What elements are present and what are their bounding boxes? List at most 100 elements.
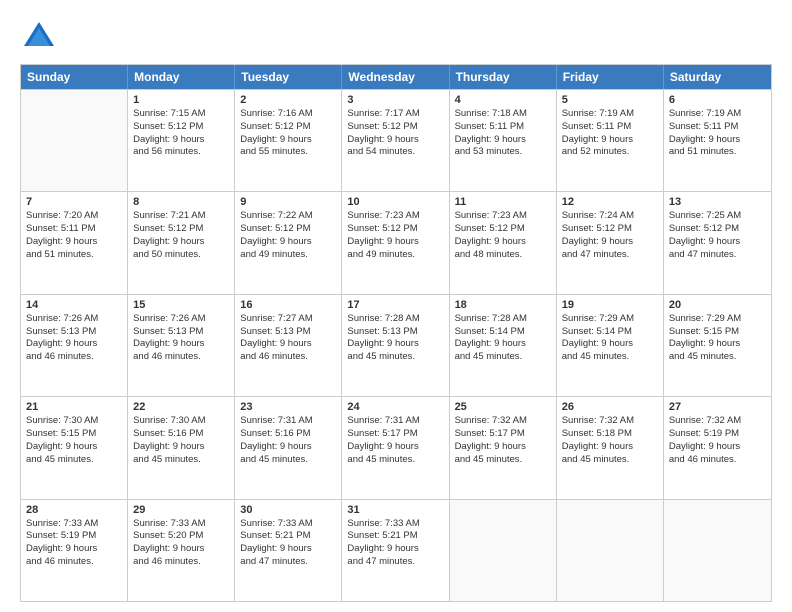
calendar-row-3: 14Sunrise: 7:26 AMSunset: 5:13 PMDayligh…: [21, 294, 771, 396]
day-cell-24: 24Sunrise: 7:31 AMSunset: 5:17 PMDayligh…: [342, 397, 449, 498]
day-info-line: Sunrise: 7:29 AM: [669, 313, 766, 326]
day-info-line: Sunset: 5:15 PM: [26, 428, 122, 441]
day-info-line: Daylight: 9 hours: [26, 543, 122, 556]
day-info-line: Daylight: 9 hours: [562, 441, 658, 454]
day-info-line: Daylight: 9 hours: [26, 236, 122, 249]
day-info-line: Sunset: 5:12 PM: [133, 223, 229, 236]
day-number: 25: [455, 401, 551, 413]
day-info-line: and 52 minutes.: [562, 146, 658, 159]
day-cell-18: 18Sunrise: 7:28 AMSunset: 5:14 PMDayligh…: [450, 295, 557, 396]
day-info-line: Sunset: 5:12 PM: [455, 223, 551, 236]
day-info-line: Daylight: 9 hours: [347, 236, 443, 249]
day-number: 13: [669, 196, 766, 208]
day-number: 11: [455, 196, 551, 208]
day-info-line: Sunrise: 7:26 AM: [26, 313, 122, 326]
day-cell-9: 9Sunrise: 7:22 AMSunset: 5:12 PMDaylight…: [235, 192, 342, 293]
day-info-line: Sunrise: 7:31 AM: [240, 415, 336, 428]
day-info-line: and 49 minutes.: [240, 249, 336, 262]
day-info-line: Daylight: 9 hours: [347, 543, 443, 556]
weekday-header-wednesday: Wednesday: [342, 65, 449, 89]
day-info-line: and 49 minutes.: [347, 249, 443, 262]
day-info-line: Daylight: 9 hours: [669, 134, 766, 147]
calendar: SundayMondayTuesdayWednesdayThursdayFrid…: [20, 64, 772, 602]
day-info-line: Daylight: 9 hours: [240, 236, 336, 249]
day-cell-15: 15Sunrise: 7:26 AMSunset: 5:13 PMDayligh…: [128, 295, 235, 396]
day-info-line: Sunset: 5:11 PM: [26, 223, 122, 236]
day-info-line: Daylight: 9 hours: [133, 134, 229, 147]
empty-cell: [450, 500, 557, 601]
calendar-row-1: 1Sunrise: 7:15 AMSunset: 5:12 PMDaylight…: [21, 89, 771, 191]
calendar-header: SundayMondayTuesdayWednesdayThursdayFrid…: [21, 65, 771, 89]
weekday-header-saturday: Saturday: [664, 65, 771, 89]
day-number: 21: [26, 401, 122, 413]
day-info-line: Daylight: 9 hours: [669, 441, 766, 454]
day-info-line: Sunrise: 7:33 AM: [26, 518, 122, 531]
day-info-line: Sunset: 5:19 PM: [26, 530, 122, 543]
day-info-line: Daylight: 9 hours: [455, 236, 551, 249]
day-cell-12: 12Sunrise: 7:24 AMSunset: 5:12 PMDayligh…: [557, 192, 664, 293]
day-info-line: and 54 minutes.: [347, 146, 443, 159]
day-info-line: and 55 minutes.: [240, 146, 336, 159]
day-cell-29: 29Sunrise: 7:33 AMSunset: 5:20 PMDayligh…: [128, 500, 235, 601]
day-cell-16: 16Sunrise: 7:27 AMSunset: 5:13 PMDayligh…: [235, 295, 342, 396]
day-info-line: Sunset: 5:12 PM: [562, 223, 658, 236]
day-info-line: Sunrise: 7:16 AM: [240, 108, 336, 121]
day-info-line: Sunset: 5:19 PM: [669, 428, 766, 441]
day-info-line: and 47 minutes.: [240, 556, 336, 569]
weekday-header-tuesday: Tuesday: [235, 65, 342, 89]
day-info-line: Sunrise: 7:24 AM: [562, 210, 658, 223]
day-info-line: Sunset: 5:17 PM: [347, 428, 443, 441]
day-number: 7: [26, 196, 122, 208]
day-info-line: Sunset: 5:16 PM: [133, 428, 229, 441]
day-info-line: Sunrise: 7:23 AM: [455, 210, 551, 223]
day-number: 15: [133, 299, 229, 311]
day-info-line: Sunrise: 7:19 AM: [562, 108, 658, 121]
empty-cell: [21, 90, 128, 191]
day-number: 26: [562, 401, 658, 413]
day-number: 3: [347, 94, 443, 106]
day-info-line: Daylight: 9 hours: [133, 236, 229, 249]
day-info-line: Sunrise: 7:21 AM: [133, 210, 229, 223]
calendar-row-5: 28Sunrise: 7:33 AMSunset: 5:19 PMDayligh…: [21, 499, 771, 601]
day-info-line: Daylight: 9 hours: [240, 338, 336, 351]
day-info-line: Sunrise: 7:32 AM: [455, 415, 551, 428]
day-info-line: and 45 minutes.: [26, 454, 122, 467]
day-info-line: Daylight: 9 hours: [26, 338, 122, 351]
day-info-line: Sunset: 5:20 PM: [133, 530, 229, 543]
day-info-line: Sunset: 5:14 PM: [455, 326, 551, 339]
day-info-line: Sunrise: 7:18 AM: [455, 108, 551, 121]
day-info-line: Sunset: 5:13 PM: [240, 326, 336, 339]
day-info-line: Sunset: 5:21 PM: [347, 530, 443, 543]
day-number: 17: [347, 299, 443, 311]
day-info-line: and 50 minutes.: [133, 249, 229, 262]
day-info-line: Daylight: 9 hours: [669, 338, 766, 351]
day-cell-1: 1Sunrise: 7:15 AMSunset: 5:12 PMDaylight…: [128, 90, 235, 191]
day-info-line: Daylight: 9 hours: [133, 338, 229, 351]
day-info-line: and 53 minutes.: [455, 146, 551, 159]
day-cell-7: 7Sunrise: 7:20 AMSunset: 5:11 PMDaylight…: [21, 192, 128, 293]
day-info-line: Sunrise: 7:17 AM: [347, 108, 443, 121]
day-info-line: Daylight: 9 hours: [562, 236, 658, 249]
day-info-line: Sunset: 5:12 PM: [669, 223, 766, 236]
day-info-line: Sunset: 5:13 PM: [347, 326, 443, 339]
day-number: 23: [240, 401, 336, 413]
day-number: 9: [240, 196, 336, 208]
day-info-line: Daylight: 9 hours: [455, 441, 551, 454]
weekday-header-friday: Friday: [557, 65, 664, 89]
day-cell-8: 8Sunrise: 7:21 AMSunset: 5:12 PMDaylight…: [128, 192, 235, 293]
page: SundayMondayTuesdayWednesdayThursdayFrid…: [0, 0, 792, 612]
day-info-line: Sunrise: 7:19 AM: [669, 108, 766, 121]
day-info-line: Daylight: 9 hours: [240, 441, 336, 454]
day-info-line: and 46 minutes.: [133, 351, 229, 364]
day-info-line: Daylight: 9 hours: [347, 338, 443, 351]
day-cell-27: 27Sunrise: 7:32 AMSunset: 5:19 PMDayligh…: [664, 397, 771, 498]
day-info-line: Sunset: 5:12 PM: [133, 121, 229, 134]
day-info-line: Daylight: 9 hours: [455, 134, 551, 147]
day-info-line: Daylight: 9 hours: [669, 236, 766, 249]
day-cell-14: 14Sunrise: 7:26 AMSunset: 5:13 PMDayligh…: [21, 295, 128, 396]
day-info-line: Daylight: 9 hours: [26, 441, 122, 454]
weekday-header-thursday: Thursday: [450, 65, 557, 89]
calendar-row-4: 21Sunrise: 7:30 AMSunset: 5:15 PMDayligh…: [21, 396, 771, 498]
day-info-line: and 47 minutes.: [347, 556, 443, 569]
day-info-line: Daylight: 9 hours: [240, 134, 336, 147]
